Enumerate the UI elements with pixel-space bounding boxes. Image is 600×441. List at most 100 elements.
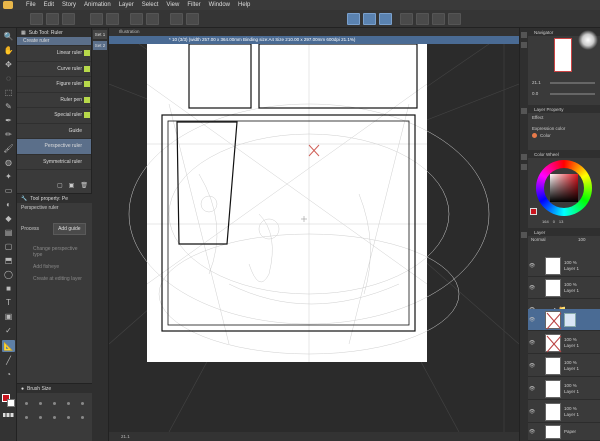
- set-1-tab[interactable]: Set 1: [93, 30, 107, 39]
- menu-layer[interactable]: Layer: [119, 0, 134, 10]
- ruler-tool-icon[interactable]: 📐: [2, 340, 15, 352]
- eye-icon[interactable]: 👁: [528, 363, 536, 369]
- save-icon[interactable]: [62, 13, 75, 25]
- color-value-v[interactable]: 13: [559, 219, 563, 224]
- brush-size-preset[interactable]: [67, 402, 70, 405]
- layer-opacity-value[interactable]: 100: [578, 237, 586, 242]
- layer-row[interactable]: 👁 100 % Layer 1: [528, 401, 600, 423]
- nav-angle-value[interactable]: 0.0: [532, 91, 538, 96]
- brush-size-preset[interactable]: [81, 416, 84, 419]
- brush-size-preset[interactable]: [25, 416, 28, 419]
- subtool-perspective-ruler[interactable]: Perspective ruler: [17, 139, 91, 155]
- color-wheel-tab-icon[interactable]: [521, 154, 527, 160]
- color-slider-tab-icon[interactable]: [521, 164, 527, 170]
- canvas-tab[interactable]: Illustration: [109, 28, 519, 36]
- menu-story[interactable]: Story: [62, 0, 76, 10]
- set-2-tab[interactable]: Set 2: [93, 41, 107, 50]
- shape-tool-icon[interactable]: ■: [2, 282, 15, 294]
- balloon-tool-icon[interactable]: ◯: [2, 268, 15, 280]
- clear-icon[interactable]: [130, 13, 143, 25]
- gradient-tool-icon[interactable]: ▤: [2, 226, 15, 238]
- subtool-linear-ruler[interactable]: Linear ruler: [17, 46, 91, 62]
- eyedropper-tool-icon[interactable]: ✎: [2, 100, 15, 112]
- redo-icon[interactable]: [106, 13, 119, 25]
- canvas-zoom[interactable]: 21.1: [121, 434, 130, 439]
- new-subtool-icon[interactable]: ▣: [69, 182, 75, 189]
- subview-tab-icon[interactable]: [521, 42, 527, 48]
- change-perspective-option[interactable]: Change perspective type: [17, 243, 92, 261]
- layer-row[interactable]: 👁 100 % Layer 1: [528, 332, 600, 354]
- app-icon[interactable]: [3, 1, 13, 9]
- grid-icon[interactable]: [432, 13, 445, 25]
- open-icon[interactable]: [46, 13, 59, 25]
- menu-file[interactable]: File: [26, 0, 36, 10]
- delete-subtool-icon[interactable]: 🗑: [80, 182, 88, 189]
- create-editing-layer-option[interactable]: Create at editing layer: [17, 273, 92, 285]
- expression-color-select[interactable]: Color: [540, 133, 551, 138]
- eye-icon[interactable]: 👁: [528, 429, 536, 435]
- layer-row-selected[interactable]: 👁: [528, 309, 600, 331]
- nav-zoom-value[interactable]: 21.1: [532, 80, 541, 85]
- process-select[interactable]: Add guide: [53, 223, 86, 235]
- pencil-tool-icon[interactable]: ✏: [2, 128, 15, 140]
- brush-size-preset[interactable]: [39, 402, 42, 405]
- figure-tool-icon[interactable]: ▢: [2, 240, 15, 252]
- subtool-guide[interactable]: Guide: [17, 124, 91, 139]
- navigator-preview[interactable]: [554, 38, 572, 72]
- canvas-drawing[interactable]: [109, 44, 519, 432]
- eye-icon[interactable]: 👁: [528, 409, 536, 415]
- vanishing-point-icon[interactable]: [400, 13, 413, 25]
- eraser-tool-icon[interactable]: ▭: [2, 184, 15, 196]
- color-value-h[interactable]: 164: [542, 219, 549, 224]
- snap-special-ruler-icon[interactable]: [363, 13, 376, 25]
- pen-tool-icon[interactable]: ✒: [2, 114, 15, 126]
- transform-icon[interactable]: [146, 13, 159, 25]
- frame-border-tool-icon[interactable]: ▣: [2, 310, 15, 322]
- hand-tool-icon[interactable]: ✋: [2, 44, 15, 56]
- saturation-value-square[interactable]: [550, 174, 578, 202]
- menu-animation[interactable]: Animation: [84, 0, 111, 10]
- sub-color-swatch[interactable]: [7, 399, 15, 407]
- select-tool-icon[interactable]: ⬚: [2, 86, 15, 98]
- copy-subtool-icon[interactable]: ▢: [57, 182, 63, 189]
- eye-icon[interactable]: 👁: [528, 317, 536, 323]
- airbrush-tool-icon[interactable]: ◍: [2, 156, 15, 168]
- blend-tool-icon[interactable]: ◐: [2, 198, 15, 210]
- brush-size-preset[interactable]: [67, 416, 70, 419]
- layer-tab-icon[interactable]: [521, 232, 527, 238]
- fill-tool-icon[interactable]: ◆: [2, 212, 15, 224]
- nav-angle-slider[interactable]: [550, 93, 595, 95]
- settings-icon[interactable]: [170, 13, 183, 25]
- layout-icon[interactable]: [448, 13, 461, 25]
- tool-icon[interactable]: [186, 13, 199, 25]
- line-tool-icon[interactable]: ╱: [2, 354, 15, 366]
- blend-mode-select[interactable]: Normal: [531, 237, 546, 242]
- brush-size-preset[interactable]: [53, 402, 56, 405]
- brush-size-preset[interactable]: [39, 416, 42, 419]
- subtool-curve-ruler[interactable]: Curve ruler: [17, 62, 91, 77]
- brush-size-preset[interactable]: [81, 402, 84, 405]
- zoom-tool-icon[interactable]: 🔍: [2, 30, 15, 42]
- layer-property-tab-icon[interactable]: [521, 108, 527, 114]
- correct-line-tool-icon[interactable]: ✓: [2, 324, 15, 336]
- current-color-swatch[interactable]: [530, 208, 537, 215]
- text-tool-icon[interactable]: T: [2, 296, 15, 308]
- subtool-special-ruler[interactable]: Special ruler: [17, 108, 91, 124]
- eye-icon[interactable]: 👁: [528, 263, 536, 269]
- brush-tool-icon[interactable]: 🖌: [2, 142, 15, 154]
- lasso-tool-icon[interactable]: ◌: [2, 72, 15, 84]
- snap-grid-icon[interactable]: [379, 13, 392, 25]
- new-file-icon[interactable]: [30, 13, 43, 25]
- subtool-create-ruler[interactable]: Create ruler: [17, 37, 91, 46]
- eye-icon[interactable]: 👁: [528, 340, 536, 346]
- menu-select[interactable]: Select: [142, 0, 159, 10]
- balloon-shape-icon[interactable]: ◔: [2, 368, 15, 380]
- subtool-symmetrical-ruler[interactable]: Symmetrical ruler: [17, 155, 91, 170]
- nav-zoom-slider[interactable]: [550, 82, 595, 84]
- layer-row[interactable]: 👁 100 % Layer 1: [528, 255, 600, 277]
- navigator-tab-icon[interactable]: [521, 32, 527, 38]
- paper-layer-row[interactable]: 👁 Paper: [528, 423, 600, 441]
- subtool-ruler-pen[interactable]: Ruler pen: [17, 93, 91, 108]
- eye-icon[interactable]: 👁: [528, 386, 536, 392]
- add-fisheye-option[interactable]: Add fisheye: [17, 261, 92, 273]
